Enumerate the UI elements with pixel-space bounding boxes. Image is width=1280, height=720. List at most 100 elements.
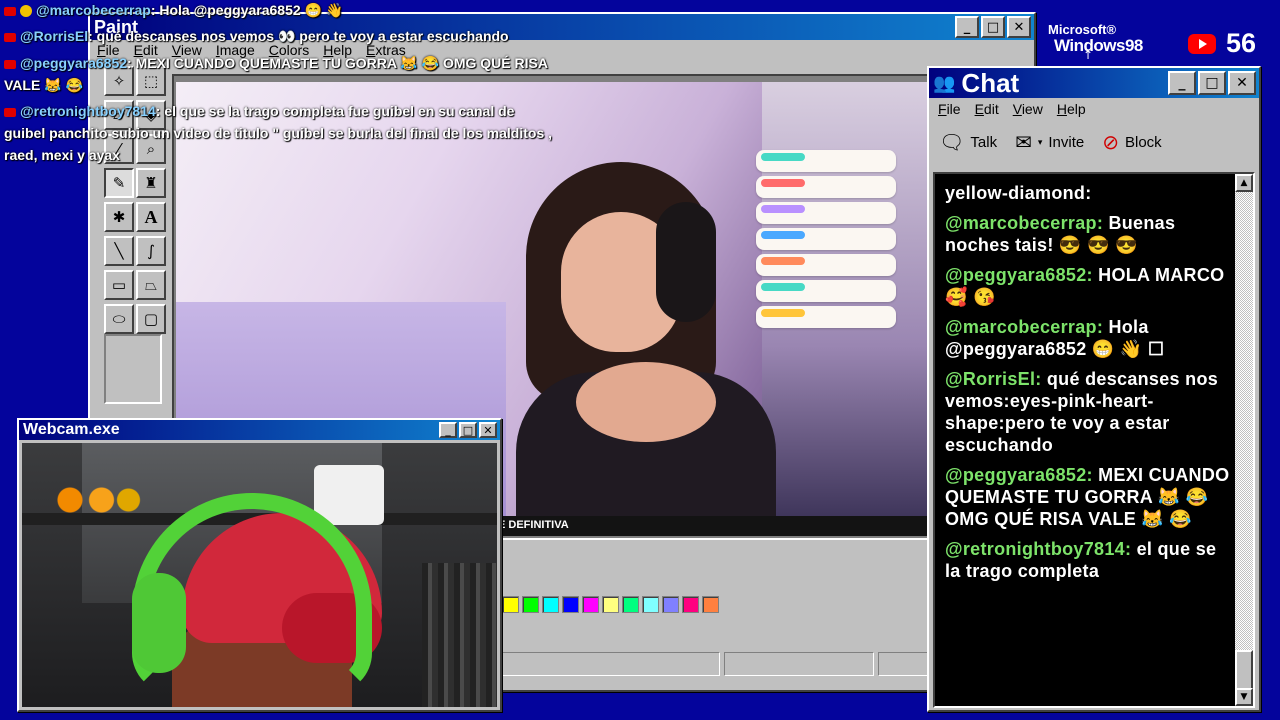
paper-roll xyxy=(314,465,384,525)
polygon-icon[interactable]: ⏢ xyxy=(136,270,166,300)
overlay-message: @RorrisEl: qué descanses nos vemos 👀 per… xyxy=(4,28,509,45)
status-pane xyxy=(724,652,874,676)
color-swatch[interactable] xyxy=(582,596,599,613)
chat-username: @peggyara6852: xyxy=(945,265,1093,285)
invite-dropdown-icon: ▾ xyxy=(1037,136,1043,147)
maximize-button[interactable]: □ xyxy=(1198,71,1226,95)
menu-file[interactable]: File xyxy=(931,101,968,117)
close-button[interactable]: ✕ xyxy=(479,422,497,438)
line-icon[interactable]: ╲ xyxy=(104,236,134,266)
ellipse-icon[interactable]: ⬭ xyxy=(104,304,134,334)
minimize-button[interactable]: _ xyxy=(955,16,979,38)
chat-username: @marcobecerrap: xyxy=(945,213,1104,233)
chat-message: @marcobecerrap: Hola @peggyara6852 😁 👋 ☐ xyxy=(945,316,1235,360)
member-badge-icon xyxy=(20,5,32,18)
color-swatch[interactable] xyxy=(682,596,699,613)
youtube-icon xyxy=(4,6,16,16)
rounded-rect-icon[interactable]: ▢ xyxy=(136,304,166,334)
overlay-text: : el que se la trago completa fue guibel… xyxy=(155,103,515,119)
invite-button[interactable]: ✉ ▾ Invite xyxy=(1015,130,1084,154)
minimize-button[interactable]: _ xyxy=(439,422,457,438)
youtube-logo-icon xyxy=(1188,33,1216,54)
color-swatch[interactable] xyxy=(502,596,519,613)
menu-help[interactable]: Help xyxy=(1050,101,1093,117)
color-swatch[interactable] xyxy=(662,596,679,613)
chat-message: @marcobecerrap: Buenas noches tais! 😎 😎 … xyxy=(945,212,1235,256)
windows98-logo: Microsoft® Windows98 xyxy=(1048,22,1143,55)
overlay-text: : Hola @peggyara6852 😁 👋 xyxy=(150,2,344,18)
webcam-title: Webcam.exe xyxy=(23,421,120,438)
invite-label: Invite xyxy=(1048,133,1085,151)
scroll-thumb[interactable] xyxy=(1235,650,1253,690)
chat-username: @peggyara6852: xyxy=(945,465,1093,485)
overlay-text: : MEXI CUANDO QUEMASTE TU GORRA 😹 😂 OMG … xyxy=(127,55,548,71)
chat-title: Chat xyxy=(961,67,1020,98)
maximize-button[interactable]: □ xyxy=(981,16,1005,38)
invite-icon: ✉ xyxy=(1015,130,1032,154)
talk-label: Talk xyxy=(970,133,998,151)
color-swatch[interactable] xyxy=(622,596,639,613)
color-swatch[interactable] xyxy=(562,596,579,613)
block-button[interactable]: ⊘ Block xyxy=(1102,130,1161,154)
color-swatch[interactable] xyxy=(642,596,659,613)
tool-options xyxy=(104,334,162,404)
block-label: Block xyxy=(1125,133,1162,151)
maximize-button[interactable]: □ xyxy=(459,422,477,438)
overlay-username: @marcobecerrap xyxy=(36,2,151,18)
rectangle-icon[interactable]: ▭ xyxy=(104,270,134,300)
chat-toolbar: 🗨 Talk ✉ ▾ Invite ⊘ Block xyxy=(929,120,1259,164)
brush-icon[interactable]: ♜ xyxy=(136,168,166,198)
close-button[interactable]: ✕ xyxy=(1228,71,1256,95)
chat-message: @retronightboy7814: el que se la trago c… xyxy=(945,538,1235,582)
overlay-message: @retronightboy7814: el que se la trago c… xyxy=(4,103,514,119)
color-swatch[interactable] xyxy=(522,596,539,613)
fruit-decor xyxy=(52,483,142,517)
chat-message-partial: yellow-diamond: xyxy=(945,183,1092,203)
overlay-message: @peggyara6852: MEXI CUANDO QUEMASTE TU G… xyxy=(4,55,548,72)
webcam-feed xyxy=(22,443,497,707)
chat-people-icon: 👥 xyxy=(933,72,956,94)
chat-username: @RorrisEl: xyxy=(945,369,1042,389)
color-swatch[interactable] xyxy=(602,596,619,613)
menu-edit[interactable]: Edit xyxy=(968,101,1006,117)
youtube-icon xyxy=(4,32,16,42)
overlay-username: @peggyara6852 xyxy=(20,55,128,71)
webcam-titlebar[interactable]: Webcam.exe _ □ ✕ xyxy=(19,420,500,440)
chat-window: 👥 Chat _ □ ✕ File Edit View Help 🗨 Talk … xyxy=(927,66,1261,712)
overlay-text: raed, mexi y ayax xyxy=(4,147,120,163)
chat-menubar: File Edit View Help xyxy=(929,98,1259,120)
overlay-message-continued: VALE 😹 😂 xyxy=(4,77,83,94)
pencil-icon[interactable]: ✎ xyxy=(104,168,134,198)
overlay-username: @retronightboy7814 xyxy=(20,103,156,119)
color-swatch[interactable] xyxy=(542,596,559,613)
scroll-up-button[interactable]: ▲ xyxy=(1235,174,1253,192)
mouse-cursor-icon: ↑ xyxy=(1083,48,1094,62)
talk-button[interactable]: 🗨 Talk xyxy=(939,130,997,154)
status-pane xyxy=(502,652,720,676)
webcam-window: Webcam.exe _ □ ✕ xyxy=(17,418,502,712)
chat-titlebar[interactable]: 👥 Chat _ □ ✕ xyxy=(929,68,1259,98)
youtube-icon xyxy=(4,107,16,117)
overlay-message: @marcobecerrap: Hola @peggyara6852 😁 👋 xyxy=(4,2,343,19)
chat-message: @peggyara6852: HOLA MARCO 🥰 😘 xyxy=(945,264,1235,308)
minimize-button[interactable]: _ xyxy=(1168,71,1196,95)
overlay-text: VALE 😹 😂 xyxy=(4,77,83,93)
text-icon[interactable]: A xyxy=(136,202,166,232)
viewer-counter: 56 xyxy=(1188,28,1256,59)
talk-icon: 🗨 xyxy=(939,130,965,154)
overlay-text: : qué descanses nos vemos 👀 pero te voy … xyxy=(88,28,509,44)
curve-icon[interactable]: ∫ xyxy=(136,236,166,266)
menu-view[interactable]: View xyxy=(1006,101,1050,117)
chat-scrollbar[interactable] xyxy=(1235,174,1253,706)
overlay-username: @RorrisEl xyxy=(20,28,89,44)
bookshelf xyxy=(422,563,497,707)
color-swatch[interactable] xyxy=(702,596,719,613)
chat-message-pane[interactable]: yellow-diamond: @marcobecerrap: Buenas n… xyxy=(933,172,1255,708)
airbrush-icon[interactable]: ✱ xyxy=(104,202,134,232)
microsoft-label: Microsoft® xyxy=(1048,22,1117,37)
close-button[interactable]: ✕ xyxy=(1007,16,1031,38)
chat-username: @marcobecerrap: xyxy=(945,317,1104,337)
scroll-down-button[interactable]: ▼ xyxy=(1235,688,1253,706)
stream-chat-overlay xyxy=(756,150,896,410)
chat-message: @RorrisEl: qué descanses nos vemos:eyes-… xyxy=(945,368,1235,456)
